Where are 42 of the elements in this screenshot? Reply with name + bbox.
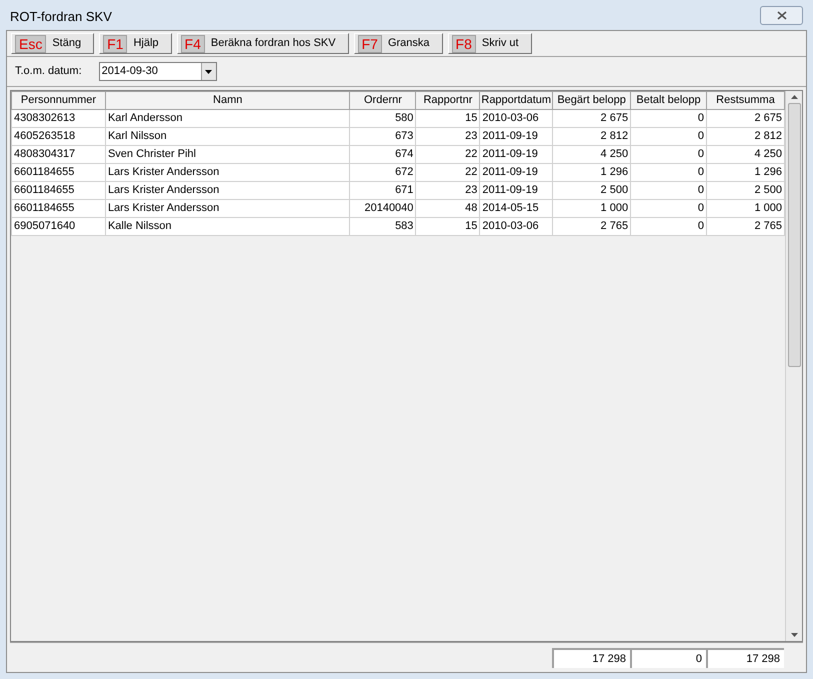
total-field: 17 298: [706, 648, 784, 668]
table-cell: 6905071640: [12, 218, 106, 236]
button-label: Beräkna fordran hos SKV: [210, 36, 336, 52]
shortcut-key: Esc: [15, 34, 46, 52]
table-cell: 583: [350, 218, 416, 236]
column-header[interactable]: Begärt belopp: [552, 92, 631, 110]
column-header[interactable]: Ordernr: [350, 92, 416, 110]
vertical-scrollbar[interactable]: [785, 91, 802, 641]
scroll-down-icon[interactable]: [790, 633, 798, 637]
toolbar-button[interactable]: Esc Stäng: [11, 33, 94, 54]
toolbar-button[interactable]: F7 Granska: [354, 33, 443, 54]
shortcut-key: F1: [103, 34, 128, 52]
column-header[interactable]: Rapportdatum: [480, 92, 553, 110]
table-cell: 0: [630, 218, 707, 236]
window-title: ROT-fordran SKV: [10, 8, 112, 26]
toolbar-button[interactable]: F1 Hjälp: [99, 33, 172, 54]
date-label: T.o.m. datum:: [15, 64, 82, 80]
button-label: Hjälp: [133, 36, 159, 52]
column-header[interactable]: Personnummer: [12, 92, 106, 110]
shortcut-key: F4: [180, 34, 205, 52]
close-button[interactable]: [760, 6, 803, 24]
column-header[interactable]: Betalt belopp: [630, 92, 707, 110]
table-cell: 15: [416, 218, 480, 236]
button-label: Granska: [388, 36, 430, 52]
total-field: 17 298: [552, 648, 630, 668]
table-cell: Kalle Nilsson: [105, 218, 350, 236]
close-icon: [776, 10, 786, 20]
table-cell: 2 765: [552, 218, 631, 236]
shortcut-key: F8: [452, 34, 476, 52]
column-header[interactable]: Namn: [105, 92, 350, 110]
column-header[interactable]: Restsumma: [706, 92, 784, 110]
toolbar-button[interactable]: F8 Skriv ut: [448, 33, 532, 54]
shortcut-key: F7: [358, 34, 382, 52]
table-cell: 2 765: [706, 218, 784, 236]
scroll-up-icon[interactable]: [790, 95, 798, 99]
date-dropdown[interactable]: 2014-09-30: [98, 62, 217, 81]
column-header[interactable]: Rapportnr: [416, 92, 480, 110]
toolbar-button[interactable]: F4 Beräkna fordran hos SKV: [176, 33, 349, 54]
button-label: Stäng: [52, 36, 82, 52]
table-cell: 2010-03-06: [480, 218, 553, 236]
total-field: 0: [630, 648, 706, 668]
button-label: Skriv ut: [482, 36, 519, 52]
